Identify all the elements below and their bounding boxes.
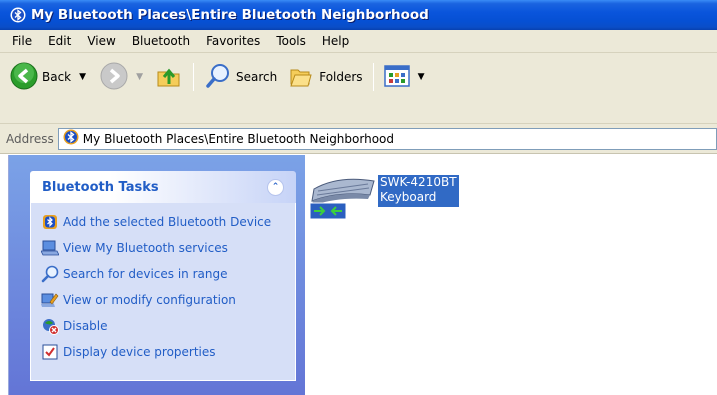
- views-icon: [383, 64, 410, 90]
- search-icon: [41, 265, 59, 283]
- computer-icon: [41, 239, 59, 257]
- task-label: View My Bluetooth services: [63, 241, 228, 255]
- title-bar[interactable]: My Bluetooth Places\Entire Bluetooth Nei…: [0, 0, 717, 30]
- back-dropdown-arrow[interactable]: ▼: [79, 72, 86, 82]
- up-button[interactable]: [155, 60, 183, 94]
- address-label: Address: [6, 131, 54, 146]
- task-view-configuration[interactable]: View or modify configuration: [41, 287, 295, 313]
- task-view-services[interactable]: View My Bluetooth services: [41, 235, 295, 261]
- folders-label: Folders: [319, 70, 363, 84]
- toolbar: Back ▼ ▼ Search Folders ▼: [0, 53, 717, 124]
- address-input[interactable]: My Bluetooth Places\Entire Bluetooth Nei…: [57, 127, 717, 150]
- task-label: View or modify configuration: [63, 293, 236, 307]
- menu-bluetooth[interactable]: Bluetooth: [124, 34, 198, 48]
- config-icon: [41, 291, 59, 309]
- folders-icon: [287, 62, 315, 93]
- bluetooth-tasks-list: Add the selected Bluetooth Device View M…: [30, 203, 296, 381]
- back-button[interactable]: Back ▼: [10, 60, 86, 94]
- bluetooth-tasks-header[interactable]: Bluetooth Tasks ⌃: [30, 171, 296, 203]
- task-label: Display device properties: [63, 345, 216, 359]
- task-search-devices[interactable]: Search for devices in range: [41, 261, 295, 287]
- bluetooth-tasks-panel: Bluetooth Tasks ⌃ Add the selected Bluet…: [30, 171, 296, 381]
- folders-button[interactable]: Folders: [287, 60, 363, 94]
- bluetooth-icon: [41, 213, 59, 231]
- device-name-label: SWK-4210BT Keyboard: [378, 175, 459, 207]
- menu-bar: File Edit View Bluetooth Favorites Tools…: [0, 30, 717, 53]
- task-display-properties[interactable]: Display device properties: [41, 339, 295, 365]
- search-button[interactable]: Search: [204, 60, 277, 94]
- address-bar: Address My Bluetooth Places\Entire Bluet…: [0, 124, 717, 154]
- up-folder-icon: [155, 62, 183, 93]
- toolbar-separator: [192, 63, 194, 91]
- properties-icon: [41, 343, 59, 361]
- forward-button[interactable]: ▼: [100, 60, 143, 94]
- menu-help[interactable]: Help: [314, 34, 357, 48]
- collapse-chevron-icon[interactable]: ⌃: [267, 178, 284, 196]
- toolbar-separator: [372, 63, 374, 91]
- disable-icon: [41, 317, 59, 335]
- content-area: Bluetooth Tasks ⌃ Add the selected Bluet…: [0, 155, 717, 395]
- search-icon: [204, 62, 232, 93]
- views-button[interactable]: ▼: [383, 60, 425, 94]
- task-label: Disable: [63, 319, 108, 333]
- device-name: SWK-4210BT: [380, 175, 457, 189]
- bluetooth-places-icon: [10, 7, 26, 23]
- menu-tools[interactable]: Tools: [268, 34, 314, 48]
- back-label: Back: [42, 70, 72, 84]
- keyboard-icon: [308, 169, 378, 225]
- task-disable[interactable]: Disable: [41, 313, 295, 339]
- menu-edit[interactable]: Edit: [40, 34, 79, 48]
- pane-edge: [0, 155, 9, 395]
- views-dropdown-arrow[interactable]: ▼: [418, 72, 425, 82]
- menu-view[interactable]: View: [79, 34, 123, 48]
- menu-favorites[interactable]: Favorites: [198, 34, 268, 48]
- task-label: Search for devices in range: [63, 267, 228, 281]
- task-label: Add the selected Bluetooth Device: [63, 215, 272, 229]
- window-title: My Bluetooth Places\Entire Bluetooth Nei…: [31, 7, 429, 23]
- forward-arrow-icon: [100, 62, 128, 93]
- bluetooth-tasks-title: Bluetooth Tasks: [42, 179, 159, 195]
- forward-dropdown-arrow[interactable]: ▼: [136, 72, 143, 82]
- search-label: Search: [235, 70, 278, 84]
- task-pane: Bluetooth Tasks ⌃ Add the selected Bluet…: [0, 155, 305, 395]
- back-arrow-icon: [10, 62, 38, 93]
- device-item[interactable]: SWK-4210BT Keyboard: [308, 169, 459, 225]
- bluetooth-places-icon: [63, 129, 79, 148]
- task-add-device[interactable]: Add the selected Bluetooth Device: [41, 209, 295, 235]
- menu-file[interactable]: File: [4, 34, 40, 48]
- address-value: My Bluetooth Places\Entire Bluetooth Nei…: [82, 131, 394, 146]
- device-type: Keyboard: [380, 190, 437, 204]
